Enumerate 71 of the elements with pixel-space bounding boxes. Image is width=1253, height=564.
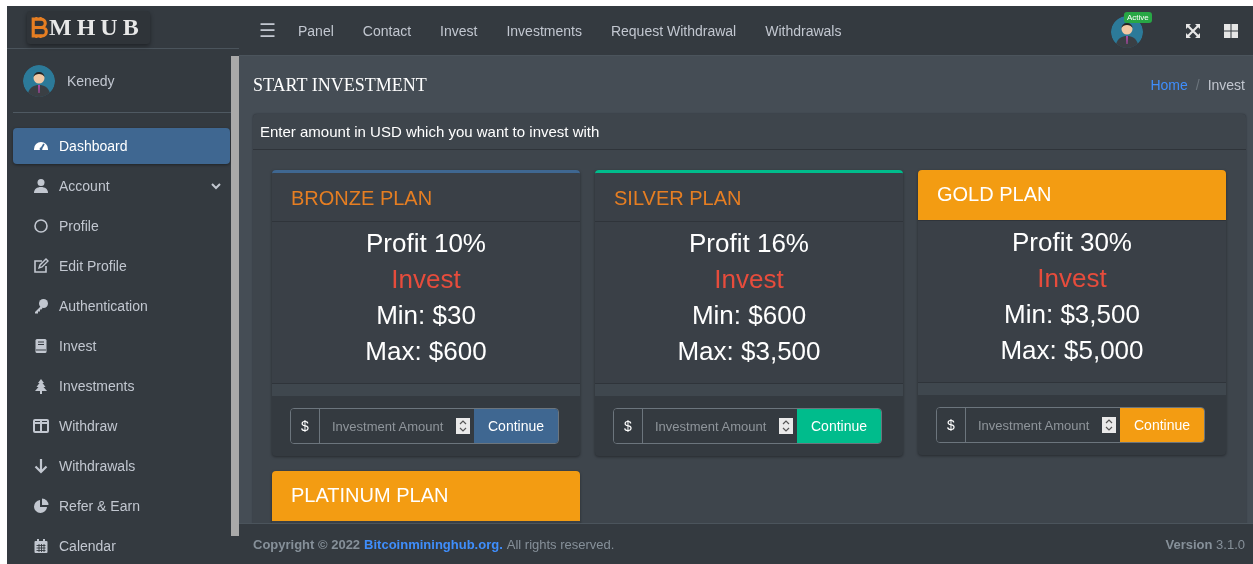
breadcrumb-current: Invest: [1207, 77, 1245, 93]
page-title: START INVESTMENT: [253, 74, 427, 96]
plan-title: PLATINUM PLAN: [272, 471, 580, 521]
card-title: Enter amount in USD which you want to invest with: [253, 114, 1246, 150]
amount-input[interactable]: Investment Amount: [655, 418, 777, 434]
copyright-text: Copyright © 2022: [253, 536, 361, 552]
sidebar-item[interactable]: Profile: [13, 208, 230, 244]
nav-link[interactable]: Investments: [506, 22, 582, 39]
spinner-icon[interactable]: [779, 418, 793, 434]
profit-text: Profit 30%: [1011, 226, 1133, 259]
tree-icon: [33, 378, 49, 394]
sidebar-item[interactable]: Authentication: [13, 288, 230, 324]
sidebar-item[interactable]: Edit Profile: [13, 248, 230, 284]
calendar-icon: [33, 538, 49, 554]
version-text: Version 3.1.0: [1165, 536, 1245, 552]
nav-link[interactable]: Withdrawals: [765, 22, 842, 39]
avatar-icon: [23, 65, 55, 97]
profit-text: Profit 10%: [365, 227, 487, 260]
bitcoin-icon: [31, 15, 48, 39]
sidebar-item[interactable]: Invest: [13, 328, 230, 364]
currency-addon: $: [291, 409, 320, 443]
edit-icon: [33, 258, 49, 274]
amount-input[interactable]: Investment Amount: [332, 418, 454, 434]
pie-chart-icon: [33, 498, 49, 514]
invest-text: Invest: [390, 263, 462, 296]
fullscreen-icon[interactable]: [1185, 22, 1201, 39]
grid-icon[interactable]: [1223, 22, 1239, 39]
invest-text: Invest: [713, 263, 785, 296]
scrollbar[interactable]: [231, 56, 239, 536]
brand-logo[interactable]: MHUB: [27, 10, 150, 44]
max-amount: Max: $3,500: [676, 335, 822, 368]
sidebar-item[interactable]: Investments: [13, 368, 230, 404]
user-name[interactable]: Kenedy: [67, 73, 115, 89]
amount-input[interactable]: Investment Amount: [978, 417, 1100, 433]
user-icon: [33, 178, 49, 194]
sidebar-item[interactable]: Refer & Earn: [13, 488, 230, 524]
nav-link[interactable]: Invest: [440, 22, 478, 39]
sidebar-item[interactable]: Withdraw: [13, 408, 230, 444]
spinner-icon[interactable]: [1102, 417, 1116, 433]
currency-addon: $: [937, 408, 966, 442]
plan-title: SILVER PLAN: [595, 173, 903, 222]
profit-text: Profit 16%: [688, 227, 810, 260]
min-amount: Min: $600: [690, 299, 808, 332]
sidebar-item[interactable]: Dashboard: [13, 128, 230, 164]
arrow-down-icon: [33, 458, 49, 474]
plan-title: BRONZE PLAN: [272, 173, 580, 222]
circle-icon: [33, 218, 49, 234]
plan-title: GOLD PLAN: [918, 170, 1226, 221]
currency-addon: $: [614, 409, 643, 443]
sidebar-item[interactable]: Withdrawals: [13, 448, 230, 484]
min-amount: Min: $3,500: [1003, 298, 1141, 331]
max-amount: Max: $600: [364, 335, 488, 368]
nav-link[interactable]: Contact: [362, 22, 412, 39]
max-amount: Max: $5,000: [999, 334, 1145, 367]
rights-text: All rights reserved.: [506, 536, 615, 552]
sidebar-item[interactable]: Account: [13, 168, 230, 204]
book-icon: [33, 338, 49, 354]
site-link[interactable]: Bitcoinmininghub.org.: [364, 536, 503, 552]
breadcrumb-separator: /: [1195, 77, 1200, 93]
nav-link[interactable]: Panel: [298, 22, 334, 39]
min-amount: Min: $30: [375, 299, 477, 332]
invest-text: Invest: [1036, 262, 1108, 295]
nav-link[interactable]: Request Withdrawal: [610, 22, 737, 39]
key-icon: [33, 298, 49, 314]
spinner-icon[interactable]: [456, 418, 470, 434]
menu-button[interactable]: ☰: [259, 19, 276, 42]
chevron-icon: [210, 180, 222, 192]
sidebar-item[interactable]: Calendar: [13, 528, 230, 564]
continue-button[interactable]: Continue: [474, 409, 559, 443]
columns-icon: [33, 418, 49, 434]
status-badge: Active: [1124, 11, 1152, 23]
